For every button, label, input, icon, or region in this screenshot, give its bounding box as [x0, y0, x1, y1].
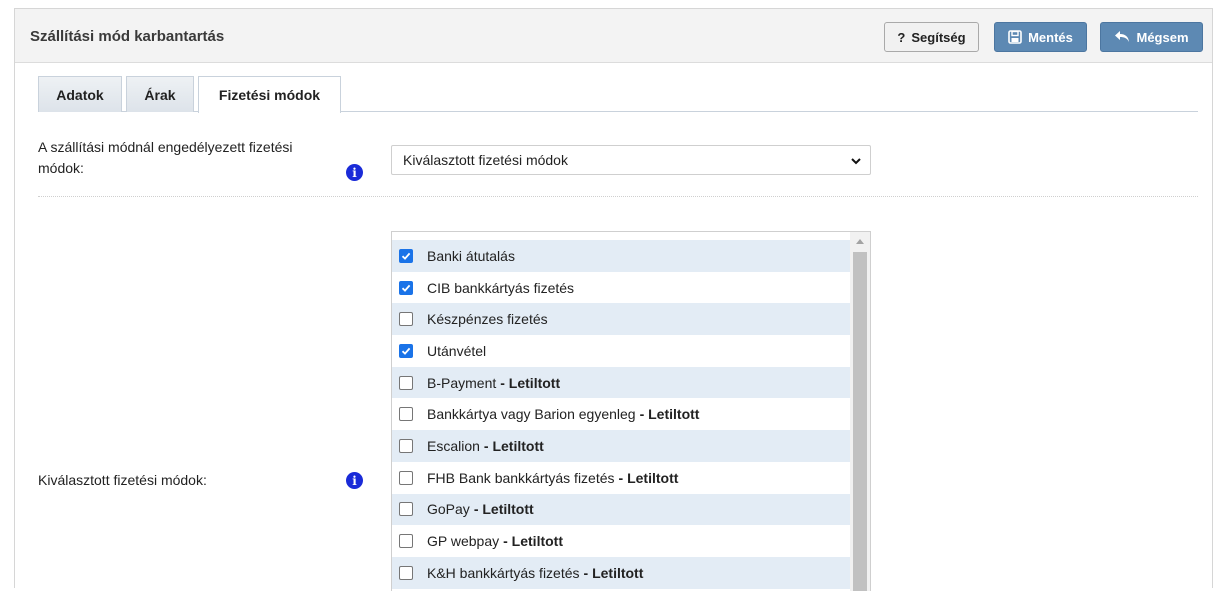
save-button-label: Mentés — [1028, 29, 1073, 45]
list-item-label: CIB bankkártyás fizetés — [427, 279, 575, 296]
checkbox[interactable] — [399, 407, 413, 422]
checkbox[interactable] — [399, 343, 413, 358]
checkbox[interactable] — [399, 375, 413, 390]
checkmark-icon — [401, 347, 411, 355]
status-label: - Letiltott — [483, 438, 544, 455]
list-item-label: GoPay — [427, 501, 470, 518]
list-item[interactable]: FHB Bank bankkártyás fizetés - Letiltott — [392, 462, 850, 494]
checkbox[interactable] — [399, 565, 413, 580]
list-item-label: Készpénzes fizetés — [427, 311, 548, 328]
checkbox[interactable] — [399, 439, 413, 454]
list-item-label: Bankkártya vagy Barion egyenleg — [427, 406, 636, 423]
tab-arak[interactable]: Árak — [126, 76, 194, 112]
payment-methods-listbox[interactable]: Banki átutalás CIB bankkártyás fizetés Kés… — [391, 231, 871, 591]
chevron-down-icon — [850, 154, 862, 170]
info-icon[interactable]: i — [346, 472, 363, 489]
list-item[interactable]: Escalion - Letiltott — [392, 430, 850, 462]
list-item-label: FHB Bank bankkártyás fizetés — [427, 469, 615, 486]
status-label: - Letiltott — [583, 564, 644, 581]
tab-adatok[interactable]: Adatok — [38, 76, 122, 112]
list-item[interactable]: Készpénzes fizetés — [392, 303, 850, 336]
status-label: - Letiltott — [503, 533, 563, 550]
list-item-label: B-Payment — [427, 374, 497, 391]
checkbox[interactable] — [399, 248, 413, 263]
checkmark-icon — [401, 284, 411, 292]
list-item[interactable]: Bankkártya vagy Barion egyenleg - Letilto… — [392, 399, 850, 431]
status-label: - Letiltott — [473, 501, 534, 518]
scrollbar-thumb[interactable] — [853, 252, 867, 591]
list-item[interactable]: GP webpay - Letiltott — [392, 525, 850, 557]
section-divider — [38, 196, 1198, 197]
floppy-disk-icon — [1008, 30, 1022, 44]
save-button[interactable]: Mentés — [994, 22, 1087, 52]
checkbox[interactable] — [399, 534, 413, 549]
status-label: - Letiltott — [500, 374, 561, 391]
panel-header: Szállítási mód karbantartás ? Segítség M… — [15, 9, 1212, 63]
allowed-payment-select[interactable]: Kiválasztott fizetési módok — [391, 145, 871, 175]
select-value: Kiválasztott fizetési módok — [403, 152, 568, 168]
scrollbar[interactable] — [850, 232, 870, 591]
allowed-payment-label: A szállítási módnál engedélyezett fizeté… — [38, 139, 293, 176]
tab-fizetesi-modok[interactable]: Fizetési módok — [198, 76, 341, 113]
selected-payment-label: Kiválasztott fizetési módok: — [38, 472, 207, 488]
info-icon[interactable]: i — [346, 164, 363, 181]
list-item[interactable]: B-Payment - Letiltott — [392, 366, 850, 399]
list-item[interactable]: K&H bankkártyás fizetés - Letiltott — [392, 557, 850, 589]
list-item[interactable]: CIB bankkártyás fizetés — [392, 272, 850, 304]
scroll-up-arrow-icon[interactable] — [850, 232, 870, 249]
page-title: Szállítási mód karbantartás — [30, 28, 225, 45]
list-item[interactable]: GoPay - Letiltott — [392, 493, 850, 526]
list-item-label: Escalion — [427, 438, 480, 455]
undo-arrow-icon — [1114, 30, 1130, 44]
checkmark-icon — [401, 252, 411, 260]
help-button-label: Segítség — [911, 29, 966, 45]
help-button[interactable]: ? Segítség — [884, 22, 979, 52]
list-item[interactable]: Banki átutalás — [392, 240, 850, 272]
status-label: - Letiltott — [618, 469, 679, 486]
status-label: - Letiltott — [639, 406, 700, 423]
tab-bar: Adatok Árak Fizetési módok — [38, 76, 1198, 113]
cancel-button-label: Mégsem — [1136, 29, 1189, 45]
list-item-label: GP webpay — [427, 533, 500, 550]
checkbox[interactable] — [399, 312, 413, 327]
list-item[interactable]: Utánvétel — [392, 335, 850, 367]
checkbox[interactable] — [399, 470, 413, 485]
checkbox[interactable] — [399, 502, 413, 517]
maintenance-panel: Szállítási mód karbantartás ? Segítség M… — [14, 8, 1213, 591]
cancel-button[interactable]: Mégsem — [1100, 22, 1203, 52]
question-icon: ? — [897, 29, 906, 45]
list-item-label: K&H bankkártyás fizetés — [427, 564, 580, 581]
list-item-label: Banki átutalás — [427, 247, 515, 264]
list-item-label: Utánvétel — [427, 342, 487, 359]
checkbox[interactable] — [399, 280, 413, 295]
